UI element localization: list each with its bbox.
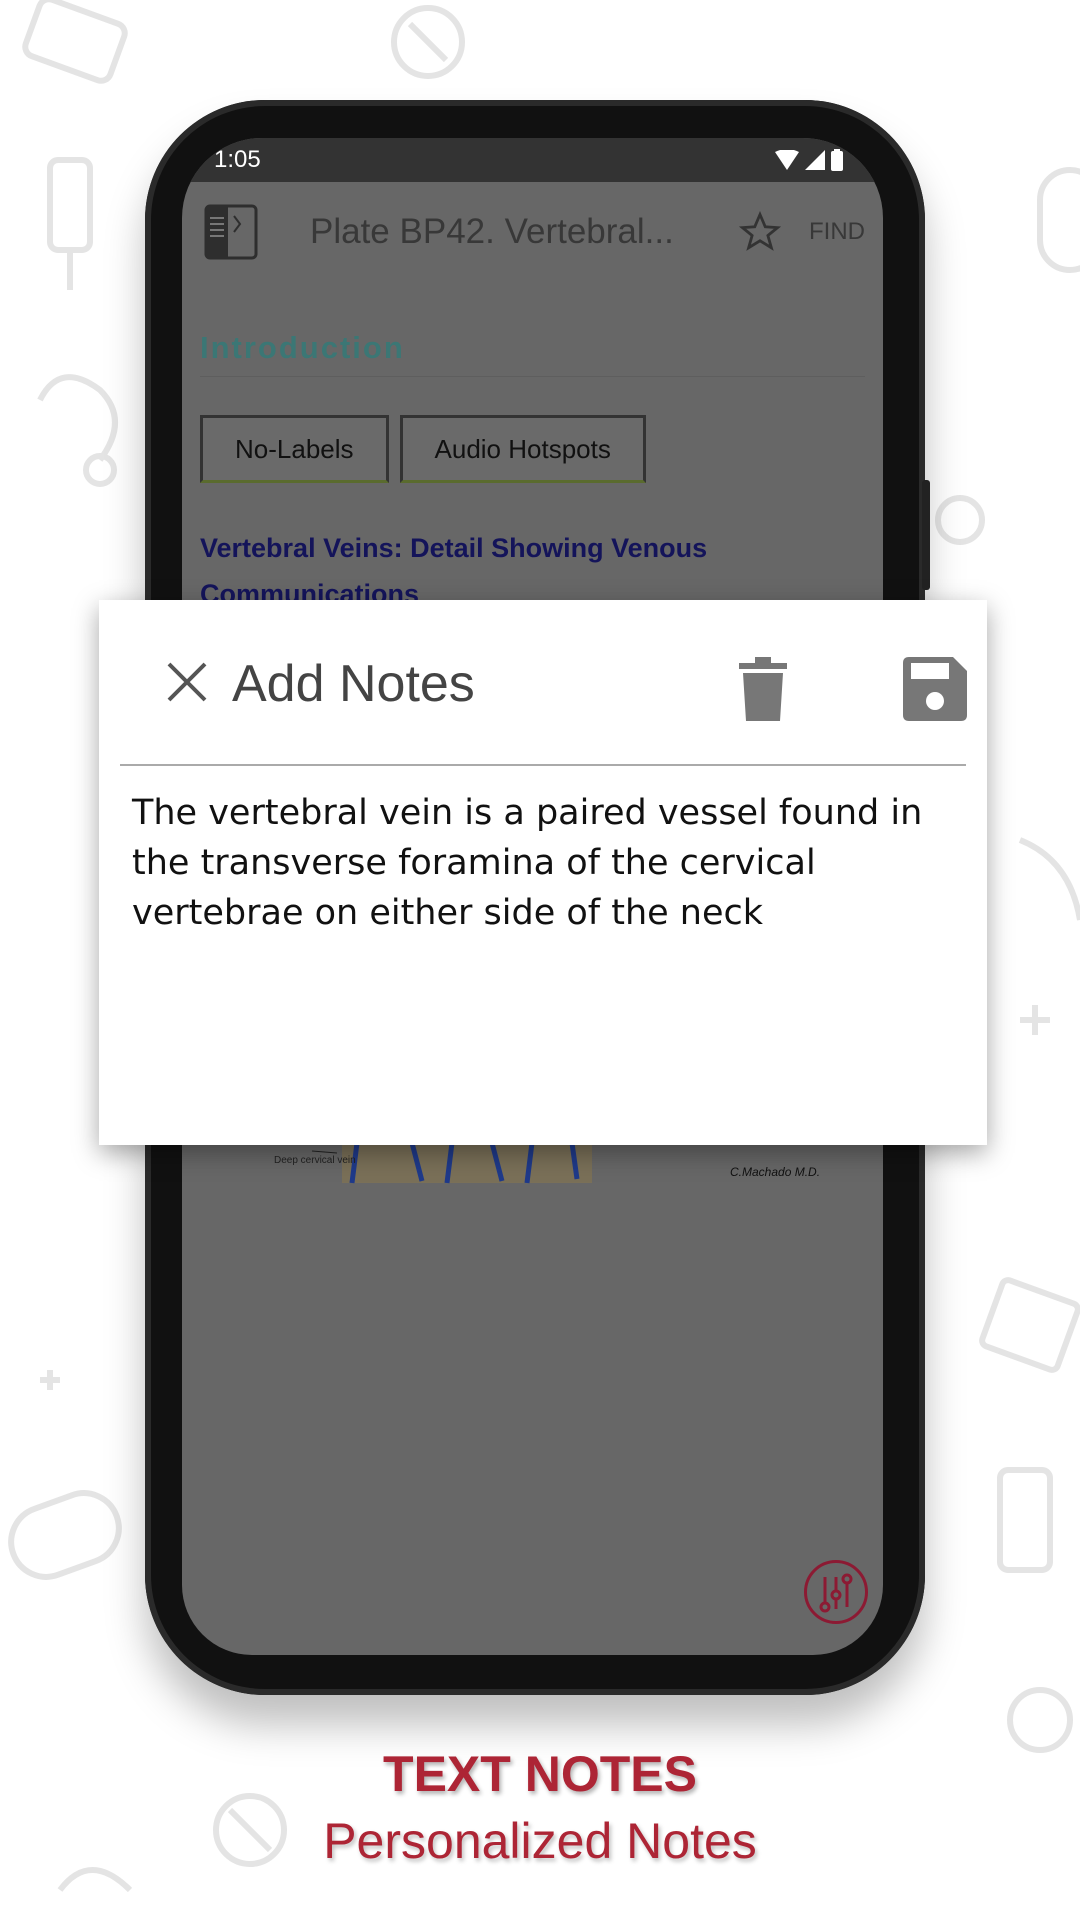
close-icon[interactable]	[165, 660, 209, 704]
add-notes-dialog: Add Notes The vertebral vein is a paired…	[99, 600, 987, 1145]
table-of-contents-icon[interactable]	[204, 204, 258, 260]
feature-subline: Personalized Notes	[323, 1813, 757, 1869]
note-text-area[interactable]: The vertebral vein is a paired vessel fo…	[132, 788, 962, 938]
feature-headline: TEXT NOTES	[383, 1746, 697, 1802]
status-bar: 1:05	[182, 138, 883, 182]
star-icon[interactable]	[739, 211, 781, 253]
no-labels-button[interactable]: No-Labels	[200, 415, 389, 483]
settings-sliders-button[interactable]	[804, 1560, 868, 1624]
phone-side-button	[922, 480, 930, 590]
section-title: Introduction	[200, 330, 865, 377]
status-time: 1:05	[214, 146, 261, 173]
audio-hotspots-button[interactable]: Audio Hotspots	[399, 415, 646, 483]
battery-icon	[831, 149, 843, 171]
wifi-icon	[775, 150, 799, 170]
delete-icon[interactable]	[739, 657, 787, 721]
dialog-title: Add Notes	[232, 655, 475, 713]
app-bar: Plate BP42. Vertebral... FIND	[182, 182, 883, 282]
dialog-divider	[120, 764, 966, 766]
illustration-label: Deep cervical vein	[274, 1155, 356, 1166]
sliders-icon	[819, 1573, 853, 1613]
find-button[interactable]: FIND	[809, 218, 865, 246]
anatomy-illustration[interactable]: Deep cervical vein C.Machado M.D.	[182, 1142, 883, 1193]
save-icon[interactable]	[903, 657, 967, 721]
signal-icon	[805, 150, 825, 170]
artist-signature: C.Machado M.D.	[730, 1165, 821, 1179]
page-title: Plate BP42. Vertebral...	[310, 212, 674, 251]
